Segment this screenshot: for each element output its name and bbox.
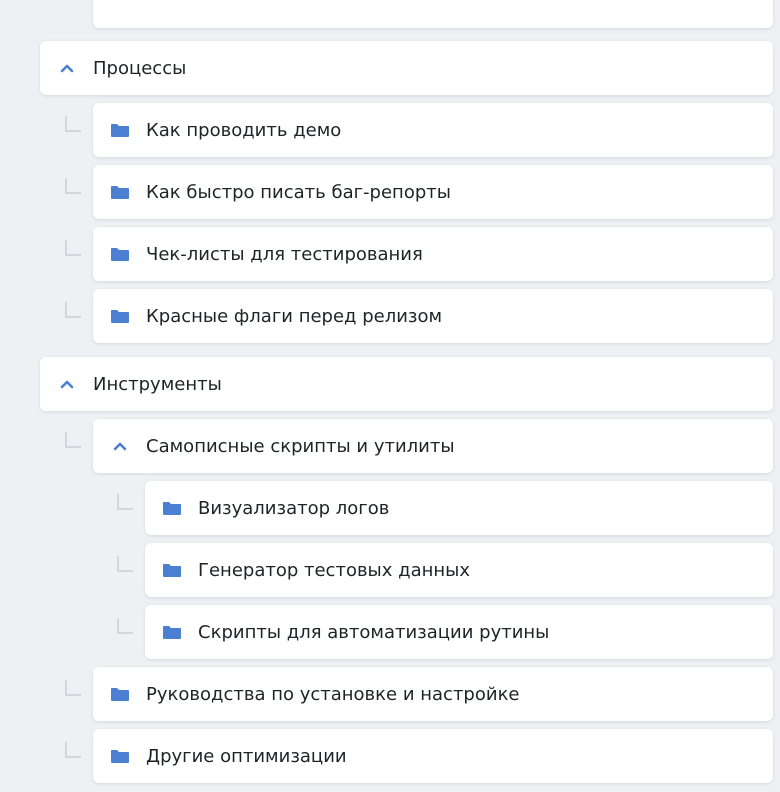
folder-label: Генератор тестовых данных xyxy=(198,559,471,581)
folder-item[interactable]: Другие оптимизации xyxy=(93,729,773,783)
subgroup-scripts[interactable]: Самописные скрипты и утилиты xyxy=(93,419,773,473)
folder-icon xyxy=(163,625,181,639)
group-tools[interactable]: Инструменты xyxy=(40,357,773,411)
folder-label: Скрипты для автоматизации рутины xyxy=(198,621,550,643)
tree-connector xyxy=(65,742,81,758)
folder-item[interactable]: Генератор тестовых данных xyxy=(145,543,773,597)
tree-connector xyxy=(117,556,133,572)
group-label: Инструменты xyxy=(93,373,222,395)
folder-label: Как быстро писать баг-репорты xyxy=(146,181,451,203)
folder-item[interactable]: Визуализатор логов xyxy=(145,481,773,535)
folder-label: Визуализатор логов xyxy=(198,497,390,519)
tree-connector xyxy=(65,302,81,318)
folder-item[interactable]: Чек-листы для тестирования xyxy=(93,227,773,281)
folder-label: Другие оптимизации xyxy=(146,745,347,767)
folder-icon xyxy=(111,749,129,763)
tree-connector xyxy=(65,432,81,448)
folder-icon xyxy=(111,309,129,323)
group-label: Процессы xyxy=(93,57,187,79)
chevron-up-icon[interactable] xyxy=(113,439,127,453)
folder-item[interactable]: Красные флаги перед релизом xyxy=(93,289,773,343)
tree-connector xyxy=(65,116,81,132)
chevron-up-icon[interactable] xyxy=(60,377,74,391)
tree-connector xyxy=(65,240,81,256)
tree-connector xyxy=(65,680,81,696)
partial-folder-item[interactable] xyxy=(93,0,773,28)
tree-connector xyxy=(117,618,133,634)
folder-item[interactable]: Как быстро писать баг-репорты xyxy=(93,165,773,219)
folder-label: Красные флаги перед релизом xyxy=(146,305,443,327)
folder-icon xyxy=(111,123,129,137)
folder-item[interactable]: Как проводить демо xyxy=(93,103,773,157)
tree-connector xyxy=(117,494,133,510)
folder-icon xyxy=(163,563,181,577)
folder-icon xyxy=(111,247,129,261)
folder-icon xyxy=(163,501,181,515)
group-processes[interactable]: Процессы xyxy=(40,41,773,95)
subgroup-label: Самописные скрипты и утилиты xyxy=(146,435,455,457)
folder-item[interactable]: Руководства по установке и настройке xyxy=(93,667,773,721)
folder-label: Чек-листы для тестирования xyxy=(146,243,423,265)
tree-connector xyxy=(65,178,81,194)
chevron-up-icon[interactable] xyxy=(60,61,74,75)
folder-item[interactable]: Скрипты для автоматизации рутины xyxy=(145,605,773,659)
folder-label: Руководства по установке и настройке xyxy=(146,683,520,705)
folder-label: Как проводить демо xyxy=(146,119,342,141)
folder-icon xyxy=(111,687,129,701)
folder-icon xyxy=(111,185,129,199)
